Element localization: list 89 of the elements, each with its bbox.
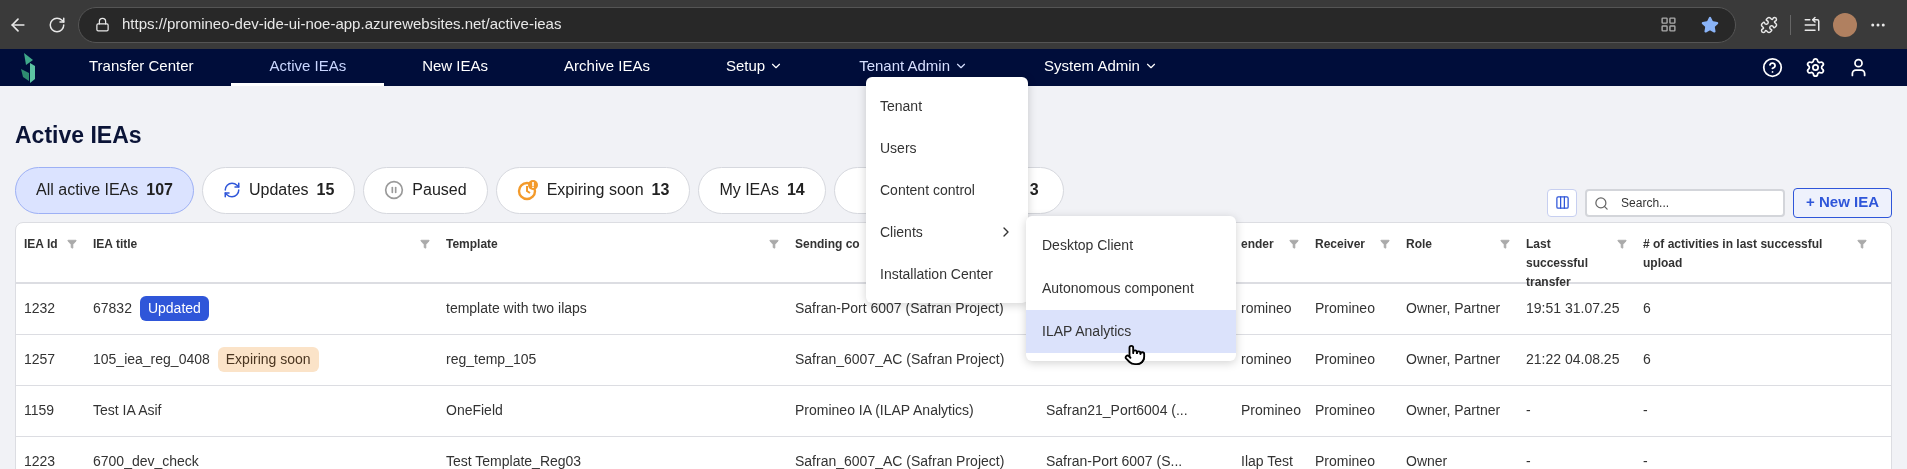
table-cell-text: Owner bbox=[1406, 452, 1448, 469]
status-tag: Expiring soon bbox=[217, 347, 319, 372]
column-header: IEA Id bbox=[24, 235, 58, 253]
table-cell-text: Test IA Asif bbox=[93, 401, 162, 420]
nav-item[interactable]: Setup bbox=[687, 49, 822, 86]
table-cell-text: Promineo bbox=[1315, 299, 1375, 318]
filter-chip[interactable]: All active IEAs 107 bbox=[15, 166, 194, 214]
column-header: Template bbox=[446, 235, 498, 253]
column-header: # of activities in last successful upload bbox=[1643, 235, 1824, 272]
table-cell-text: 6700_dev_check bbox=[93, 452, 199, 469]
search-icon bbox=[1594, 195, 1610, 211]
help-icon[interactable] bbox=[1762, 57, 1783, 78]
nav-item[interactable]: System Admin bbox=[1006, 49, 1196, 86]
table-cell-text: 6 bbox=[1643, 299, 1651, 318]
url-text: https://promineo-dev-ide-ui-noe-app.azurewebsites.net/active-ieas bbox=[122, 14, 563, 35]
nav-item[interactable]: New IEAs bbox=[384, 49, 527, 86]
new-iea-button[interactable]: + New IEA bbox=[1793, 187, 1892, 218]
filter-chip[interactable]: Paused bbox=[363, 166, 488, 214]
table-cell-text: reg_temp_105 bbox=[446, 350, 537, 369]
menu-item[interactable]: Clients bbox=[866, 211, 1028, 253]
column-header: Role bbox=[1406, 235, 1432, 253]
table-cell-text: Safran-Port 6007 (S... bbox=[1046, 452, 1183, 469]
table-cell-text: Promineo IA (ILAP Analytics) bbox=[795, 401, 974, 420]
refresh-icon bbox=[222, 181, 241, 199]
table-cell-text: Promineo bbox=[1315, 401, 1375, 420]
table-cell-text: Promineo bbox=[1315, 452, 1375, 469]
menu-item[interactable]: Tenant bbox=[866, 85, 1028, 127]
column-layout-button[interactable] bbox=[1547, 188, 1578, 217]
table-cell-text: Owner, Partner bbox=[1406, 299, 1501, 318]
table-cell-text: Safran-Port 6007 (Safran Project) bbox=[795, 299, 1004, 318]
table-cell-text: - bbox=[1643, 401, 1648, 420]
table-cell-text: Ilap Test bbox=[1241, 452, 1293, 469]
page-title: Active IEAs bbox=[15, 121, 142, 150]
pause-icon bbox=[384, 180, 405, 200]
star-icon[interactable] bbox=[1701, 15, 1719, 34]
table-cell-text: Safran_6007_AC (Safran Project) bbox=[795, 452, 1005, 469]
column-header: Receiver bbox=[1315, 235, 1366, 253]
table-cell-text: 1223 bbox=[24, 452, 56, 469]
table-cell-text: Test Template_Reg03 bbox=[446, 452, 582, 469]
extensions-icon[interactable] bbox=[1760, 15, 1778, 34]
table-cell-text: 1232 bbox=[24, 299, 56, 318]
table-cell-text: 1159 bbox=[24, 401, 55, 420]
column-header: Sending co bbox=[795, 235, 860, 253]
table-cell-text: 1257 bbox=[24, 350, 56, 369]
search-field[interactable]: Search... bbox=[1585, 188, 1786, 217]
favorites-icon[interactable] bbox=[1803, 15, 1821, 34]
table-row[interactable]: 1159 Test IA Asif OneField Promineo IA (ILAP Analytics) Safran21_Port6004 (... Promineo Promineo Owner, Partner - - bbox=[16, 385, 1891, 437]
table-cell-text: Safran21_Port6004 (... bbox=[1046, 401, 1188, 420]
app-icon[interactable] bbox=[1660, 16, 1677, 33]
filter-chip[interactable]: My IEAs 14 bbox=[698, 166, 826, 214]
columns-icon bbox=[1554, 195, 1570, 210]
table-cell-text: 6 bbox=[1643, 350, 1651, 369]
table-cell-text: Promineo bbox=[1241, 401, 1301, 420]
submenu-item[interactable]: ILAP Analytics bbox=[1026, 310, 1236, 353]
table-cell-text: - bbox=[1526, 452, 1531, 469]
table-cell-text: 21:22 04.08.25 bbox=[1526, 350, 1620, 369]
clock-alert-icon bbox=[516, 179, 539, 201]
table-cell-text: Owner, Partner bbox=[1406, 350, 1501, 369]
table-cell-text: 105_iea_reg_0408 bbox=[93, 350, 210, 369]
table-cell-text: 19:51 31.07.25 bbox=[1526, 299, 1620, 318]
menu-item[interactable]: Users bbox=[866, 127, 1028, 169]
nav-item[interactable]: Archive IEAs bbox=[526, 49, 688, 86]
nav-item[interactable]: Transfer Center bbox=[51, 49, 232, 86]
table-cell-text: - bbox=[1526, 401, 1531, 420]
column-header: IEA title bbox=[93, 235, 138, 253]
menu-item[interactable]: Content control bbox=[866, 169, 1028, 211]
table-cell-text: Promineo bbox=[1315, 350, 1375, 369]
column-header: ender bbox=[1241, 235, 1274, 253]
lock-icon bbox=[95, 17, 110, 32]
status-tag: Updated bbox=[139, 296, 209, 321]
filter-chip[interactable]: Updates 15 bbox=[201, 166, 356, 214]
logo-icon bbox=[21, 52, 37, 83]
profile-avatar[interactable] bbox=[1833, 12, 1857, 37]
address-bar[interactable]: https://promineo-dev-ide-ui-noe-app.azurewebsites.net/active-ieas bbox=[78, 6, 1736, 43]
table-cell-text: romineo bbox=[1241, 299, 1292, 318]
filter-chip[interactable]: Expiring soon 13 bbox=[495, 166, 691, 214]
nav-item[interactable]: Tenant Admin bbox=[821, 49, 1007, 86]
table-row[interactable]: 1223 6700_dev_check Test Template_Reg03 Safran_6007_AC (Safran Project) Safran-Port 6007 (S... Ilap Test Promineo Owner - - bbox=[16, 436, 1891, 469]
settings-icon[interactable] bbox=[1805, 57, 1826, 78]
table-cell-text: Owner, Partner bbox=[1406, 401, 1501, 420]
submenu-item[interactable]: Desktop Client bbox=[1026, 224, 1236, 267]
table-cell-text: - bbox=[1643, 452, 1648, 469]
table-cell-text: Safran_6007_AC (Safran Project) bbox=[795, 350, 1005, 369]
table-cell-text: romineo bbox=[1241, 350, 1292, 369]
nav-item[interactable]: Active IEAs bbox=[231, 49, 385, 86]
table-cell-text: OneField bbox=[446, 401, 503, 420]
table-cell-text: 67832 bbox=[93, 299, 132, 318]
table-cell-text: template with two ilaps bbox=[446, 299, 587, 318]
reload-icon[interactable] bbox=[48, 15, 66, 34]
